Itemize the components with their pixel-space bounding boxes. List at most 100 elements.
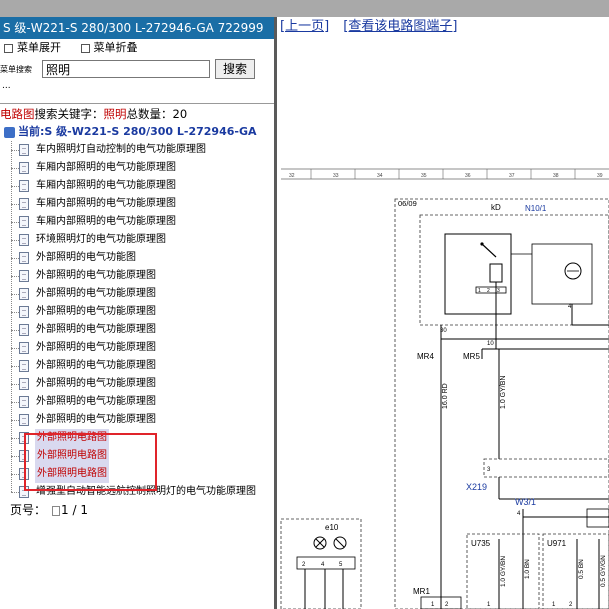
computer-icon [4,126,15,138]
relay-pin-1: 1 [478,288,481,294]
prev-page-link[interactable]: [上一页] [280,19,329,34]
result-item[interactable]: 车厢内部照明的电气功能原理图 [0,159,274,177]
tree-branch [11,312,19,313]
grid-number: 35 [421,173,427,179]
menu-row: 菜单展开 菜单折叠 [0,39,274,57]
result-item[interactable]: 车厢内部照明的电气功能原理图 [0,213,274,231]
summary-count-label: 总数量： [126,107,173,121]
pager: 页号： 1 / 1 [0,501,274,519]
tree-branch [11,240,19,241]
document-icon [19,342,29,354]
result-item[interactable]: 外部照明的电气功能原理图 [0,393,274,411]
menu-expand-link[interactable]: 菜单展开 [17,41,61,54]
ellipsis-text: ... [2,81,11,91]
tree-branch [11,330,19,331]
result-label[interactable]: 环境照明灯的电气功能原理图 [36,231,166,249]
wire-label-1: 16.0 RD [442,383,449,409]
result-label[interactable]: 外部照明的电气功能原理图 [36,393,156,411]
result-item[interactable]: 外部照明的电气功能图 [0,249,274,267]
result-label[interactable]: 车厢内部照明的电气功能原理图 [36,213,176,231]
wire-label-6: 0.5 GY/GN [600,555,607,587]
result-label[interactable]: 外部照明的电气功能原理图 [36,411,156,429]
relay-pin-2: 2 [487,288,490,294]
tree-branch [11,366,19,367]
result-item[interactable]: 车厢内部照明的电气功能原理图 [0,177,274,195]
relay-pin-3: 3 [497,288,500,294]
search-button[interactable]: 搜索 [215,59,255,79]
e10-pin-4: 4 [321,562,325,568]
circuit-diagram: 32 33 34 35 36 37 38 39 06/09 kD N10/1 1 2 3 4 … [280,168,609,609]
document-icon [19,252,29,264]
document-icon [19,162,29,174]
result-label[interactable]: 车厢内部照明的电气功能原理图 [36,159,176,177]
result-item[interactable]: 外部照明的电气功能原理图 [0,411,274,429]
tree-branch [11,276,19,277]
result-item[interactable]: 外部照明的电气功能原理图 [0,267,274,285]
result-item[interactable]: 外部照明的电气功能原理图 [0,285,274,303]
search-label: 菜单搜索 [0,64,32,74]
result-item[interactable]: 环境照明灯的电气功能原理图 [0,231,274,249]
label-mr1: MR1 [413,587,430,596]
result-item[interactable]: 外部照明的电气功能原理图 [0,303,274,321]
document-icon [19,180,29,192]
tree-branch [11,204,19,205]
viewer-links: [上一页] [查看该电路图端子] [277,17,609,39]
grid-number: 37 [509,173,515,179]
result-label[interactable]: 外部照明的电气功能原理图 [36,375,156,393]
grid-number: 34 [377,173,383,179]
tree-branch [11,186,19,187]
document-icon [19,270,29,282]
result-item[interactable]: 外部照明的电气功能原理图 [0,357,274,375]
e10-pin-2: 2 [302,562,306,568]
left-panel: S 级-W221-S 280/300 L-272946-GA 722999 菜单… [0,17,274,609]
result-label[interactable]: 车厢内部照明的电气功能原理图 [36,177,176,195]
current-node[interactable]: 当前:S 级-W221-S 280/300 L-272946-GA [0,123,274,141]
tree-branch [11,402,19,403]
vehicle-title: S 级-W221-S 280/300 L-272946-GA 722999 [0,17,274,39]
collapse-icon[interactable] [80,43,90,53]
summary-category: 电路图 [0,107,35,121]
sensor-pin-4: 4 [568,304,572,310]
result-item[interactable]: 外部照明的电气功能原理图 [0,375,274,393]
label-n10: N10/1 [525,204,547,213]
view-terminals-link[interactable]: [查看该电路图端子] [343,19,457,34]
separator [0,103,274,104]
result-label[interactable]: 车厢内部照明的电气功能原理图 [36,195,176,213]
document-icon [19,396,29,408]
document-icon [19,414,29,426]
search-input[interactable]: 照明 [42,60,210,78]
tree-branch [11,168,19,169]
result-item[interactable]: 外部照明的电气功能原理图 [0,339,274,357]
result-label[interactable]: 外部照明的电气功能图 [36,249,136,267]
w3-pin-4: 4 [517,511,521,517]
label-e10: e10 [325,523,339,532]
relay-coil [489,263,503,283]
tree-branch [11,492,19,493]
result-item[interactable]: 外部照明的电气功能原理图 [0,321,274,339]
result-label[interactable]: 外部照明的电气功能原理图 [36,285,156,303]
page-value: 1 / 1 [61,503,88,517]
sensor-frame [531,243,593,305]
document-icon [19,216,29,228]
menu-collapse-link[interactable]: 菜单折叠 [94,41,138,54]
result-label[interactable]: 外部照明的电气功能原理图 [36,303,156,321]
document-icon [19,324,29,336]
search-summary: 电路图搜索关键字：照明总数量：20 [0,106,274,123]
label-mr5: MR5 [463,352,480,361]
tree-branch [11,474,19,475]
result-label[interactable]: 外部照明的电气功能原理图 [36,267,156,285]
diagram-panel: [上一页] [查看该电路图端子] 32 33 34 35 36 37 38 39 06/09 … [277,17,609,609]
page-box[interactable] [52,505,61,516]
result-label[interactable]: 外部照明的电气功能原理图 [36,357,156,375]
connector-x219 [483,458,609,478]
label-w3: W3/1 [515,497,536,507]
result-item[interactable]: 车内照明灯自动控制的电气功能原理图 [0,141,274,159]
result-label[interactable]: 车内照明灯自动控制的电气功能原理图 [36,141,206,159]
result-label[interactable]: 外部照明的电气功能原理图 [36,321,156,339]
expand-icon[interactable] [4,43,13,53]
result-label[interactable]: 外部照明的电气功能原理图 [36,339,156,357]
highlight-box [24,433,157,491]
summary-keyword: 照明 [103,107,127,121]
document-icon [19,234,29,246]
result-item[interactable]: 车厢内部照明的电气功能原理图 [0,195,274,213]
